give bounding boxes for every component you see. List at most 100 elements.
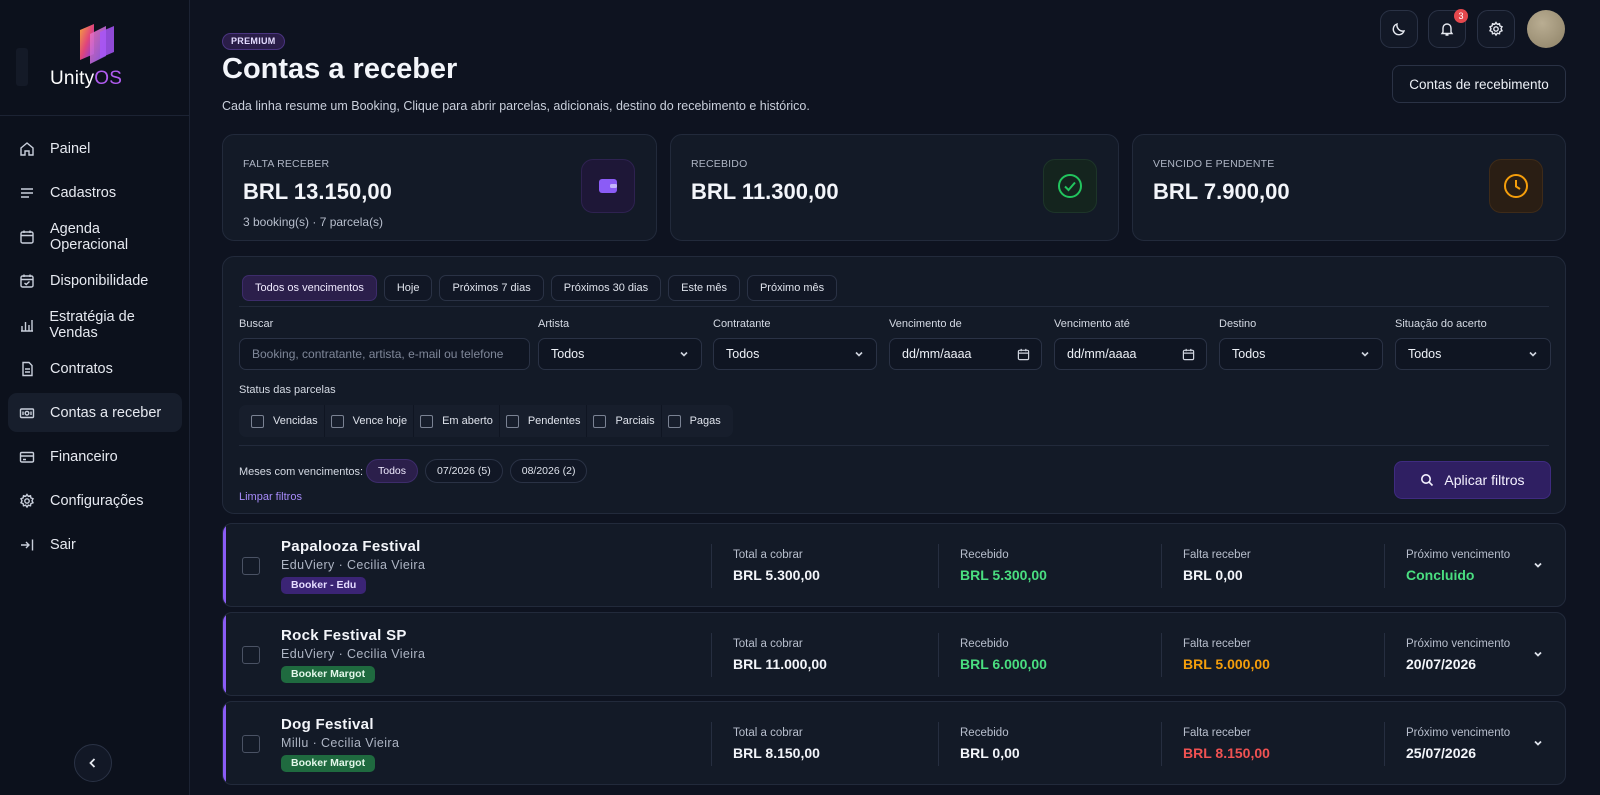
sidebar-item-cadastros[interactable]: Cadastros [8, 173, 182, 212]
status-option-label: Pendentes [527, 415, 581, 427]
booking-row[interactable]: Rock Festival SP EduViery · Cecilia Viei… [222, 612, 1566, 696]
booking-row[interactable]: Dog Festival Millu · Cecilia Vieira Book… [222, 701, 1566, 785]
period-chip-30-days[interactable]: Próximos 30 dias [550, 275, 662, 301]
status-option-label: Em aberto [442, 415, 493, 427]
search-input[interactable]: Booking, contratante, artista, e-mail ou… [239, 338, 530, 370]
divider [239, 445, 1549, 446]
row-checkbox[interactable] [242, 646, 260, 664]
next-due-label: Próximo vencimento [1406, 549, 1511, 561]
artist-select[interactable]: Todos [538, 338, 702, 370]
chevron-down-icon[interactable] [1532, 737, 1544, 749]
artist-select-value: Todos [551, 347, 585, 361]
avatar[interactable] [1527, 10, 1565, 48]
divider [1384, 722, 1385, 766]
kpi-value: BRL 13.150,00 [243, 179, 392, 204]
divider [711, 633, 712, 677]
page-subtitle: Cada linha resume um Booking, Clique par… [222, 99, 810, 113]
booking-subtitle: EduViery · Cecilia Vieira [281, 647, 426, 661]
due-to-value: dd/mm/aaaa [1067, 347, 1137, 361]
chevron-down-icon [1361, 351, 1369, 357]
kpi-value: BRL 11.300,00 [691, 179, 839, 204]
sidebar-item-financeiro[interactable]: Financeiro [8, 437, 182, 476]
next-due-value: 20/07/2026 [1406, 656, 1477, 672]
theme-toggle-button[interactable] [1380, 10, 1418, 48]
booker-tag: Booker Margot [281, 666, 376, 683]
status-checkbox-vencidas[interactable]: Vencidas [245, 405, 324, 437]
sidebar-item-agenda-operacional[interactable]: Agenda Operacional [8, 217, 182, 256]
apply-filters-button[interactable]: Aplicar filtros [1394, 461, 1551, 499]
settings-button[interactable] [1477, 10, 1515, 48]
sidebar-item-contratos[interactable]: Contratos [8, 349, 182, 388]
kpi-label: VENCIDO E PENDENTE [1153, 158, 1275, 170]
booking-subtitle: EduViery · Cecilia Vieira [281, 558, 426, 572]
clear-filters-link[interactable]: Limpar filtros [239, 491, 302, 503]
received-label: Recebido [960, 638, 1009, 650]
month-chip-all[interactable]: Todos [366, 459, 419, 483]
chevron-down-icon[interactable] [1532, 559, 1544, 571]
logo-area: UnityOS [0, 0, 190, 116]
divider [938, 722, 939, 766]
status-checkbox-em-aberto[interactable]: Em aberto [414, 405, 499, 437]
contractor-select[interactable]: Todos [713, 338, 877, 370]
status-checkbox-pendentes[interactable]: Pendentes [500, 405, 587, 437]
status-checkbox-pagas[interactable]: Pagas [662, 405, 727, 437]
accounts-button[interactable]: Contas de recebimento [1392, 65, 1566, 103]
divider [711, 544, 712, 588]
due-value: BRL 0,00 [1183, 567, 1243, 583]
booking-row[interactable]: Papalooza Festival EduViery · Cecilia Vi… [222, 523, 1566, 607]
month-chips: Todos 07/2026 (5) 08/2026 (2) [366, 459, 588, 483]
calendar-check-icon [18, 272, 36, 290]
destination-select[interactable]: Todos [1219, 338, 1383, 370]
status-checkbox-vence-hoje[interactable]: Vence hoje [325, 405, 413, 437]
sidebar-item-sair[interactable]: Sair [8, 525, 182, 564]
divider [239, 306, 1549, 307]
sidebar-nav: Painel Cadastros Agenda Operacional Disp… [8, 129, 182, 569]
checkbox[interactable] [593, 414, 607, 428]
row-checkbox[interactable] [242, 735, 260, 753]
sidebar-item-disponibilidade[interactable]: Disponibilidade [8, 261, 182, 300]
sidebar-item-contas-a-receber[interactable]: Contas a receber [8, 393, 182, 432]
due-to-date-input[interactable]: dd/mm/aaaa [1054, 338, 1207, 370]
logout-icon [18, 536, 36, 554]
row-checkbox[interactable] [242, 557, 260, 575]
chevron-left-icon [89, 758, 96, 768]
checkbox[interactable] [420, 414, 434, 428]
settlement-label: Situação do acerto [1395, 318, 1487, 330]
settlement-select-value: Todos [1408, 347, 1442, 361]
period-chip-today[interactable]: Hoje [383, 275, 433, 301]
due-from-label: Vencimento de [889, 318, 962, 330]
row-accent [223, 702, 226, 784]
booker-tag: Booker Margot [281, 755, 376, 772]
sidebar-item-estrategia-de-vendas[interactable]: Estratégia de Vendas [8, 305, 182, 344]
chevron-down-icon[interactable] [1532, 648, 1544, 660]
period-chip-all[interactable]: Todos os vencimentos [242, 275, 377, 301]
status-option-label: Parciais [615, 415, 655, 427]
checkbox[interactable] [667, 414, 681, 428]
month-chip-08-2026[interactable]: 08/2026 (2) [509, 459, 588, 483]
sidebar-item-painel[interactable]: Painel [8, 129, 182, 168]
chevron-down-icon [1529, 351, 1537, 357]
sidebar-item-label: Configurações [50, 492, 144, 509]
checkbox[interactable] [330, 414, 344, 428]
destination-label: Destino [1219, 318, 1257, 330]
period-chip-this-month[interactable]: Este mês [668, 275, 740, 301]
checkbox[interactable] [505, 414, 519, 428]
month-chip-07-2026[interactable]: 07/2026 (5) [425, 459, 503, 483]
total-value: BRL 8.150,00 [733, 745, 820, 761]
row-accent [223, 524, 226, 606]
home-icon [18, 140, 36, 158]
checkbox[interactable] [251, 414, 264, 428]
settlement-select[interactable]: Todos [1395, 338, 1551, 370]
sidebar-item-label: Agenda Operacional [49, 220, 129, 253]
sidebar-item-label: Financeiro [50, 448, 118, 465]
sidebar-item-label: Estratégia de Vendas [49, 308, 135, 341]
period-chip-next-month[interactable]: Próximo mês [746, 275, 838, 301]
due-from-date-input[interactable]: dd/mm/aaaa [889, 338, 1042, 370]
sidebar-item-configuracoes[interactable]: Configurações [8, 481, 182, 520]
collapse-sidebar-button[interactable] [74, 744, 112, 782]
status-checkbox-parciais[interactable]: Parciais [587, 405, 660, 437]
sidebar-item-label: Cadastros [50, 184, 117, 201]
next-due-value: Concluido [1406, 567, 1475, 583]
period-chip-7-days[interactable]: Próximos 7 dias [439, 275, 544, 301]
wallet-icon [581, 159, 635, 213]
